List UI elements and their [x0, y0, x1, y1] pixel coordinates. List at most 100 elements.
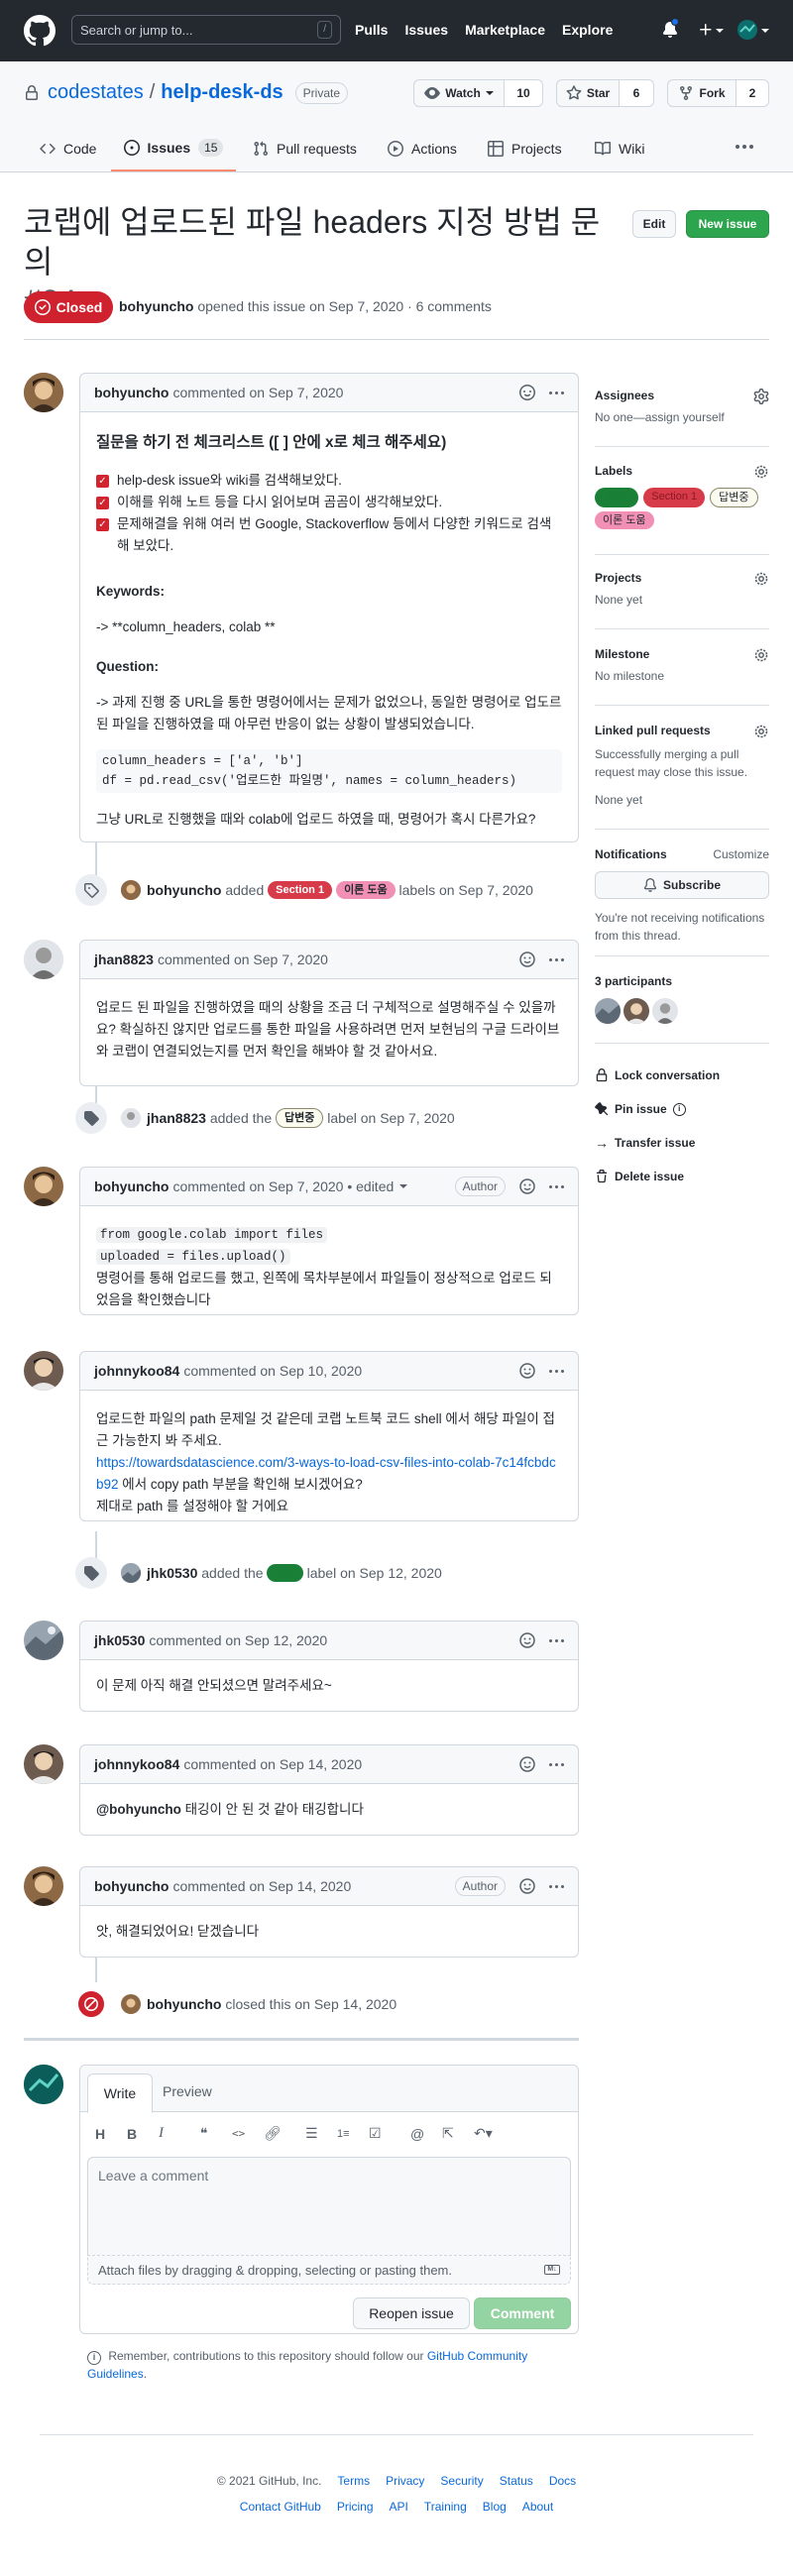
label-answering[interactable]: 답변중: [710, 488, 758, 507]
tab-wiki[interactable]: Wiki: [595, 126, 644, 171]
fork-button[interactable]: Fork: [667, 79, 736, 107]
chevron-down-icon[interactable]: [399, 1184, 408, 1188]
tab-projects[interactable]: Projects: [488, 126, 562, 171]
quote-icon[interactable]: ❝: [200, 2125, 232, 2142]
assignees-text[interactable]: No one—assign yourself: [595, 410, 769, 424]
checkbox[interactable]: ✓: [96, 518, 109, 531]
reopen-issue-button[interactable]: Reopen issue: [353, 2297, 470, 2329]
label-theory-help[interactable]: 이론 도움: [595, 511, 654, 529]
footer-link-about[interactable]: About: [522, 2500, 553, 2514]
star-count[interactable]: 6: [619, 79, 654, 107]
tab-actions[interactable]: Actions: [388, 126, 457, 171]
footer-link-docs[interactable]: Docs: [549, 2474, 576, 2488]
kebab-horizontal-icon[interactable]: [549, 1638, 564, 1642]
assignees-heading[interactable]: Assignees: [595, 389, 769, 402]
avatar[interactable]: [24, 940, 63, 979]
checkbox[interactable]: ✓: [96, 475, 109, 488]
projects-heading[interactable]: Projects: [595, 571, 769, 585]
avatar[interactable]: [121, 1994, 141, 2014]
transfer-issue-action[interactable]: → Transfer issue: [595, 1126, 769, 1160]
footer-link-training[interactable]: Training: [424, 2500, 467, 2514]
comment-author[interactable]: johnnykoo84: [94, 1756, 179, 1772]
new-issue-button[interactable]: New issue: [686, 210, 769, 238]
repo-name-link[interactable]: help-desk-ds: [161, 81, 283, 104]
github-logo-icon[interactable]: [24, 15, 56, 47]
footer-link-privacy[interactable]: Privacy: [386, 2474, 424, 2488]
comment-author[interactable]: jhk0530: [94, 1632, 145, 1648]
labels-heading[interactable]: Labels: [595, 464, 769, 478]
star-button[interactable]: Star: [556, 79, 620, 107]
avatar[interactable]: [24, 1866, 63, 1906]
footer-link-pricing[interactable]: Pricing: [337, 2500, 374, 2514]
plus-icon[interactable]: [698, 22, 714, 38]
tab-write[interactable]: Write: [87, 2073, 153, 2113]
milestone-heading[interactable]: Milestone: [595, 647, 769, 661]
repo-owner-link[interactable]: codestates: [48, 81, 144, 104]
more-tabs-icon[interactable]: [736, 145, 753, 149]
delete-issue-action[interactable]: Delete issue: [595, 1160, 769, 1193]
pin-issue-action[interactable]: Pin issue i: [595, 1092, 769, 1126]
linked-heading[interactable]: Linked pull requests: [595, 724, 769, 737]
kebab-horizontal-icon[interactable]: [549, 1369, 564, 1373]
avatar[interactable]: [24, 373, 63, 412]
watch-count[interactable]: 10: [504, 79, 543, 107]
smiley-icon[interactable]: [519, 1363, 535, 1379]
lock-conversation-action[interactable]: Lock conversation: [595, 1059, 769, 1092]
reply-icon[interactable]: ↶▾: [474, 2125, 506, 2142]
edit-button[interactable]: Edit: [632, 210, 676, 238]
label-answering[interactable]: 답변중: [276, 1108, 324, 1128]
code-icon[interactable]: <>: [232, 2127, 264, 2140]
nav-explore[interactable]: Explore: [562, 22, 613, 38]
avatar[interactable]: [595, 998, 621, 1024]
label-section-1[interactable]: Section 1: [643, 488, 706, 507]
comment-author[interactable]: jhan8823: [94, 952, 154, 967]
event-actor[interactable]: jhan8823: [147, 1110, 206, 1126]
gear-icon[interactable]: [753, 571, 769, 587]
avatar[interactable]: [24, 1744, 63, 1784]
subscribe-button[interactable]: Subscribe: [595, 871, 769, 899]
link-icon[interactable]: 🔗︎: [264, 2125, 305, 2142]
gear-icon[interactable]: [753, 724, 769, 739]
avatar[interactable]: [121, 880, 141, 900]
checkbox[interactable]: ✓: [96, 497, 109, 509]
footer-link-status[interactable]: Status: [500, 2474, 533, 2488]
smiley-icon[interactable]: [519, 952, 535, 967]
avatar[interactable]: [121, 1563, 141, 1583]
footer-link-contact[interactable]: Contact GitHub: [240, 2500, 321, 2514]
tab-preview[interactable]: Preview: [163, 2083, 212, 2099]
avatar[interactable]: [24, 1351, 63, 1391]
avatar[interactable]: [121, 1108, 141, 1128]
footer-link-security[interactable]: Security: [440, 2474, 483, 2488]
label-section-1[interactable]: Section 1: [268, 881, 333, 899]
info-icon[interactable]: i: [672, 1102, 686, 1116]
meta-author-link[interactable]: bohyuncho: [119, 298, 193, 314]
label-theory-help[interactable]: 이론 도움: [336, 881, 396, 899]
fork-count[interactable]: 2: [736, 79, 769, 107]
comment-submit-button[interactable]: Comment: [474, 2297, 571, 2329]
avatar[interactable]: [24, 2065, 63, 2104]
label-resolved[interactable]: 해결: [595, 488, 639, 507]
avatar[interactable]: [652, 998, 678, 1024]
footer-link-blog[interactable]: Blog: [483, 2500, 507, 2514]
smiley-icon[interactable]: [519, 1878, 535, 1894]
gear-icon[interactable]: [753, 389, 769, 404]
ordered-list-icon[interactable]: 1≡: [337, 2128, 369, 2140]
footer-link-terms[interactable]: Terms: [337, 2474, 370, 2488]
comment-author[interactable]: bohyuncho: [94, 1178, 169, 1194]
nav-pulls[interactable]: Pulls: [355, 22, 388, 38]
attach-bar[interactable]: Attach files by dragging & dropping, sel…: [87, 2255, 571, 2285]
customize-link[interactable]: Customize: [713, 847, 769, 861]
avatar[interactable]: [623, 998, 649, 1024]
nav-marketplace[interactable]: Marketplace: [465, 22, 545, 38]
unordered-list-icon[interactable]: ☰: [305, 2125, 337, 2142]
reference-icon[interactable]: ⇱: [442, 2125, 474, 2142]
avatar[interactable]: [24, 1167, 63, 1206]
tab-code[interactable]: Code: [40, 126, 96, 171]
tab-issues[interactable]: Issues 15: [111, 126, 236, 171]
user-avatar[interactable]: [737, 20, 757, 40]
smiley-icon[interactable]: [519, 1756, 535, 1772]
heading-icon[interactable]: H: [95, 2126, 127, 2142]
kebab-horizontal-icon[interactable]: [549, 391, 564, 394]
search-input[interactable]: Search or jump to... /: [71, 15, 341, 45]
comment-author[interactable]: bohyuncho: [94, 1878, 169, 1894]
